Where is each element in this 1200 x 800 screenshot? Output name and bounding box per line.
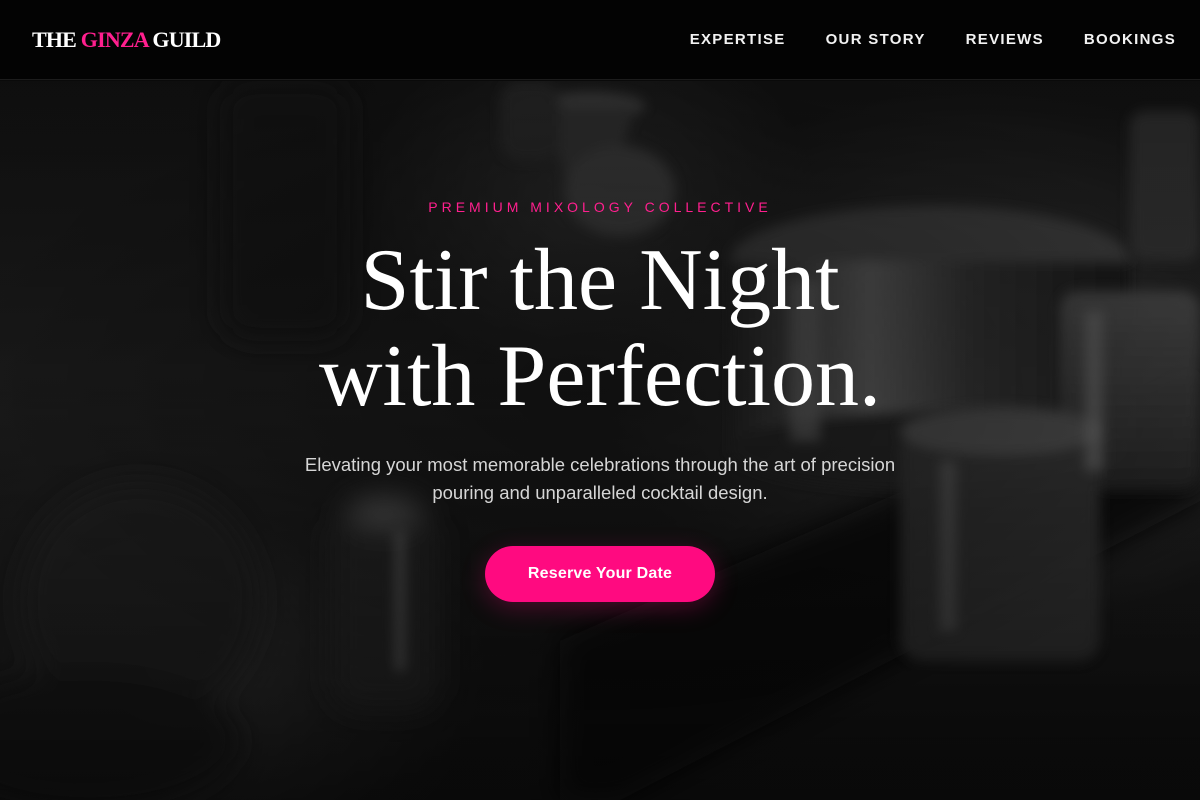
hero-headline-line-2: with Perfection. [318,328,882,425]
hero-subtext: Elevating your most memorable celebratio… [304,454,896,503]
logo-text-the: THE [32,26,77,52]
reserve-date-button[interactable]: Reserve Your Date [485,546,715,602]
site-header: THE GINZA GUILD EXPERTISE OUR STORY REVI… [0,0,1200,80]
hero-headline: Stir the Night with Perfection. [0,233,1200,425]
hero-section: PREMIUM MIXOLOGY COLLECTIVE Stir the Nig… [0,81,1200,800]
hero-headline-line-1: Stir the Night [360,232,840,329]
logo-text-ginza: GINZA [80,26,149,52]
nav-link-expertise[interactable]: EXPERTISE [690,31,786,48]
page: THE GINZA GUILD EXPERTISE OUR STORY REVI… [0,0,1200,800]
site-logo[interactable]: THE GINZA GUILD [32,27,221,53]
nav-link-reviews[interactable]: REVIEWS [966,31,1044,48]
nav-link-our-story[interactable]: OUR STORY [826,31,926,48]
hero-eyebrow: PREMIUM MIXOLOGY COLLECTIVE [428,199,772,215]
main-nav: EXPERTISE OUR STORY REVIEWS BOOKINGS [690,31,1176,48]
logo-text-guild: GUILD [152,26,221,52]
nav-link-bookings[interactable]: BOOKINGS [1084,31,1176,48]
